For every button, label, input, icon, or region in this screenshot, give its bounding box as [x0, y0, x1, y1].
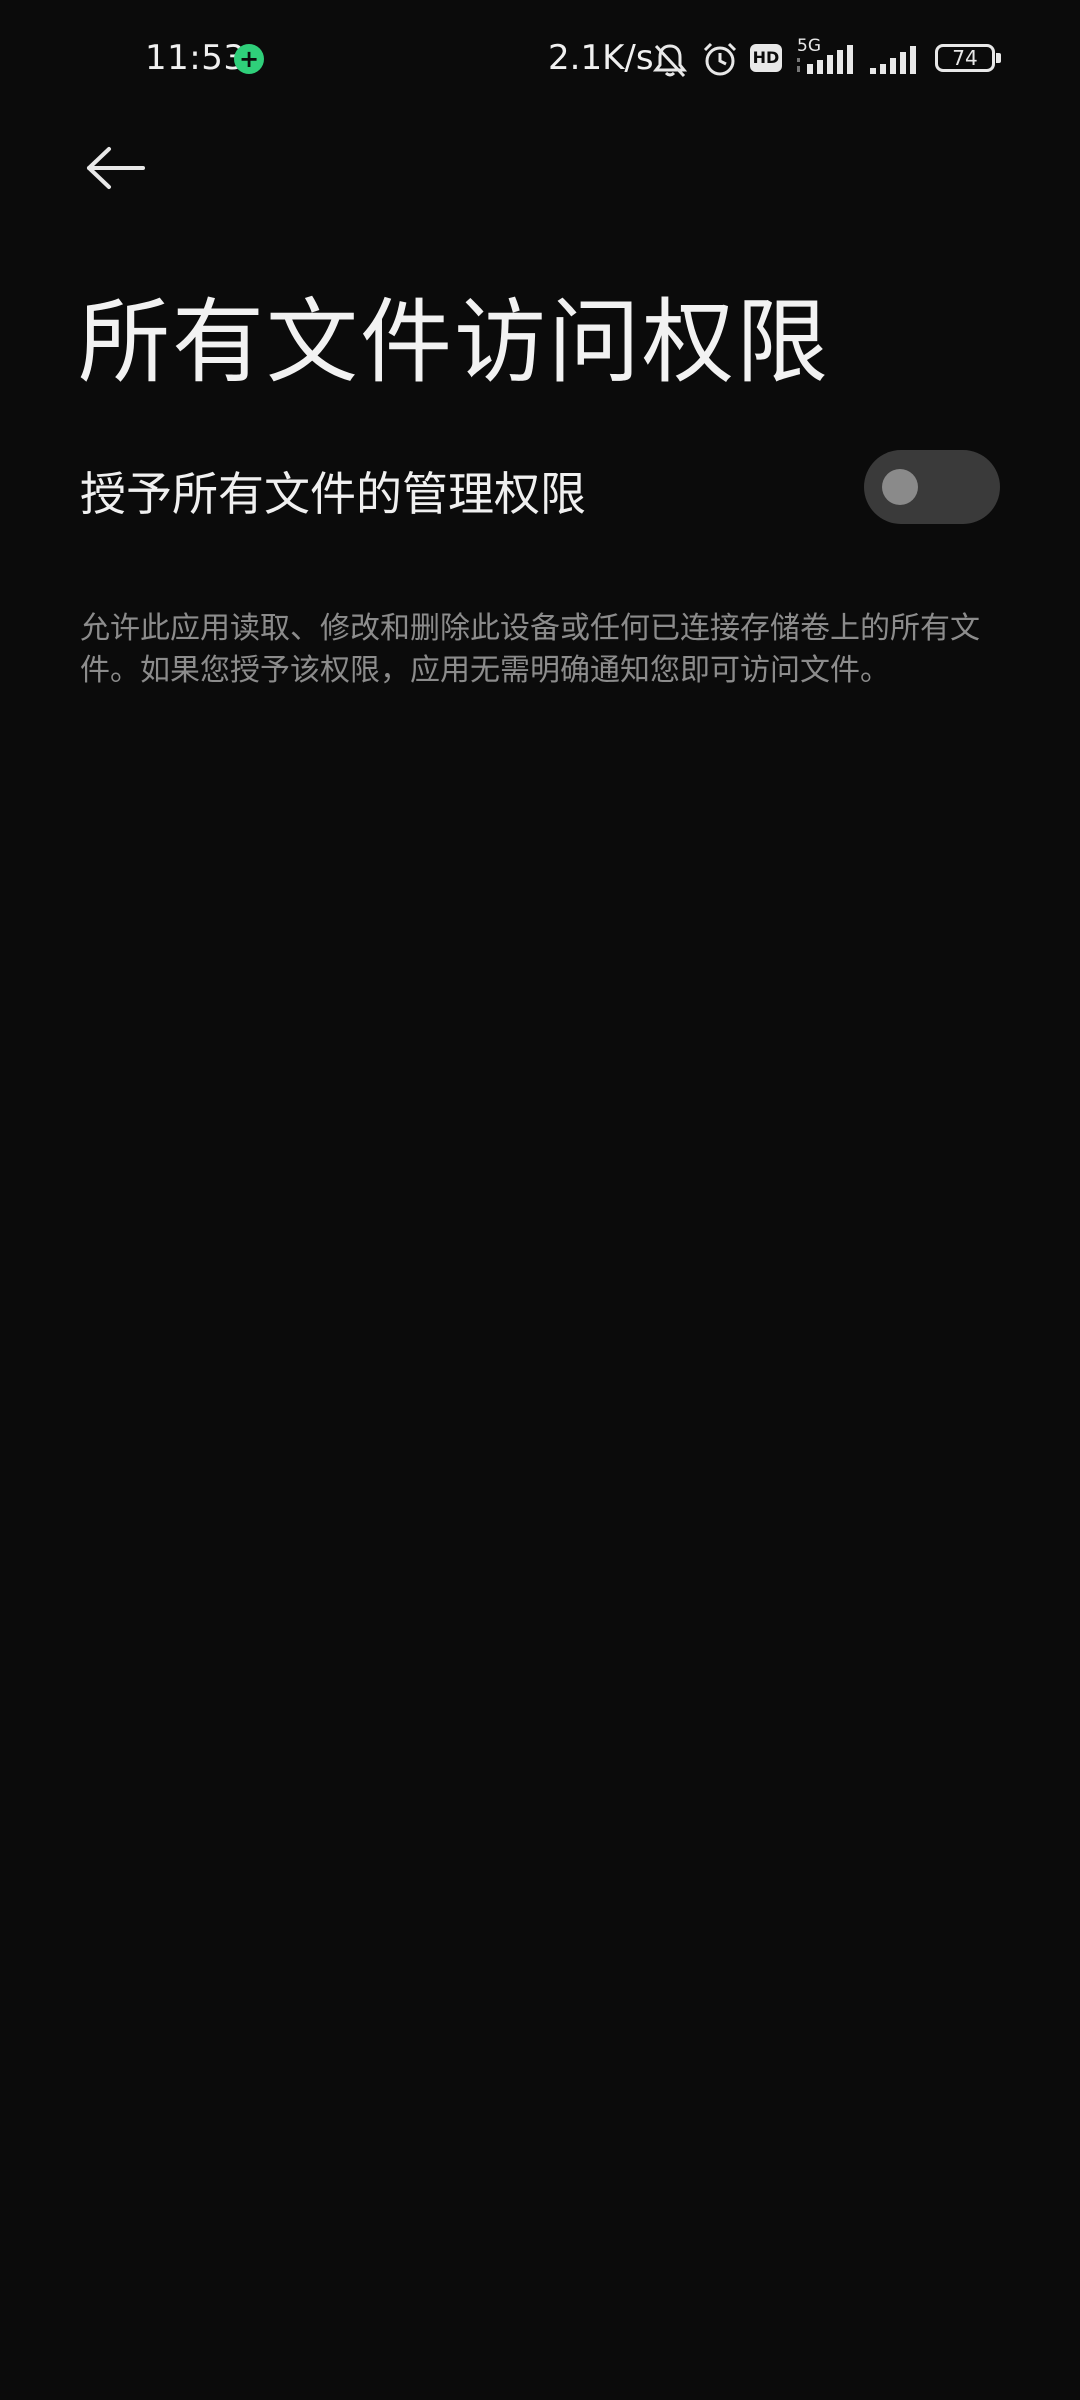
battery-tip	[996, 53, 1001, 63]
battery-level: 74	[952, 46, 978, 70]
shield-plus-icon: +	[234, 44, 264, 74]
page-title: 所有文件访问权限	[78, 289, 831, 396]
bell-off-icon	[650, 40, 690, 84]
permission-toggle[interactable]	[864, 450, 1000, 524]
screen: 11:53 + 2.1K/s HD 5G 74 所有文件访问权限 授予所有文件的…	[0, 0, 1080, 2400]
battery-icon: 74	[935, 44, 995, 72]
status-time: 11:53	[145, 38, 246, 78]
arrow-left-icon	[83, 143, 147, 197]
permission-description: 允许此应用读取、修改和删除此设备或任何已连接存储卷上的所有文件。如果您授予该权限…	[80, 611, 980, 688]
setting-row-manage-all-files[interactable]: 授予所有文件的管理权限	[80, 440, 1000, 535]
alarm-icon	[700, 40, 740, 84]
back-button[interactable]	[70, 130, 160, 210]
status-bar: 11:53 + 2.1K/s HD 5G 74	[0, 0, 1080, 120]
network-speed: 2.1K/s	[548, 38, 654, 78]
toggle-knob	[882, 469, 918, 505]
hd-icon: HD	[750, 44, 782, 72]
signal-icon	[868, 44, 924, 80]
setting-label: 授予所有文件的管理权限	[80, 467, 586, 521]
signal-icon	[795, 44, 861, 80]
